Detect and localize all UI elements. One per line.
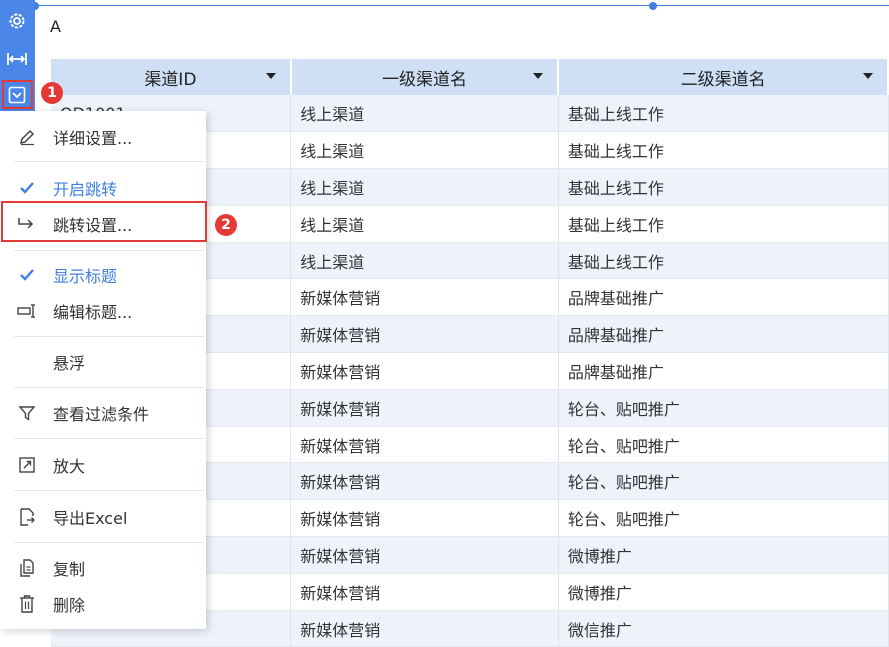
resize-handle[interactable] (649, 2, 657, 10)
menu-divider (14, 438, 204, 439)
widget-dropdown-menu: 详细设置... 开启跳转 跳转设置... 显示标题 编辑标题... 悬浮 查看过… (0, 111, 206, 629)
table-cell: 轮台、贴吧推广 (558, 389, 889, 427)
menu-item-label: 显示标题 (53, 267, 118, 286)
menu-item-label: 查看过滤条件 (53, 405, 150, 424)
menu-item-detail-settings[interactable]: 详细设置... (0, 122, 206, 152)
table-cell: 线上渠道 (290, 242, 559, 280)
menu-divider (14, 161, 204, 162)
column-header-level2-channel[interactable]: 二级渠道名 (558, 59, 889, 95)
table-cell: 新媒体营销 (290, 426, 559, 464)
menu-item-zoom-in[interactable]: 放大 (0, 450, 206, 480)
menu-item-delete[interactable]: 删除 (0, 589, 206, 619)
table-cell: 基础上线工作 (558, 205, 889, 243)
table-cell: 新媒体营销 (290, 352, 559, 390)
menu-item-label: 详细设置... (53, 129, 133, 148)
table-header-row: 渠道ID 一级渠道名 二级渠道名 (51, 59, 889, 95)
sort-caret-icon[interactable] (533, 73, 544, 79)
menu-item-copy[interactable]: 复制 (0, 553, 206, 583)
table-cell: 新媒体营销 (290, 499, 559, 538)
table-cell: 新媒体营销 (290, 462, 559, 501)
check-icon (16, 177, 38, 199)
table-cell: 基础上线工作 (558, 95, 889, 133)
menu-item-float[interactable]: 悬浮 (0, 347, 206, 377)
menu-item-label: 悬浮 (53, 354, 86, 373)
table-cell: 品牌基础推广 (558, 278, 889, 317)
menu-divider (14, 250, 204, 251)
table-cell: 轮台、贴吧推广 (558, 499, 889, 538)
table-cell: 新媒体营销 (290, 278, 559, 317)
step-badge-1: 1 (41, 82, 63, 104)
filter-icon (16, 402, 38, 424)
menu-divider (14, 542, 204, 543)
menu-item-label: 复制 (53, 560, 86, 579)
table-cell: 基础上线工作 (558, 242, 889, 280)
table-cell: 轮台、贴吧推广 (558, 426, 889, 464)
highlight-box-2 (1, 201, 207, 242)
menu-item-label: 导出Excel (53, 509, 128, 528)
edit-title-icon (16, 300, 38, 322)
trash-icon (16, 593, 38, 615)
menu-item-show-title[interactable]: 显示标题 (0, 260, 206, 290)
copy-icon (16, 557, 38, 579)
table-cell: 基础上线工作 (558, 168, 889, 206)
table-cell: 品牌基础推广 (558, 315, 889, 354)
table-cell: 线上渠道 (290, 95, 559, 133)
menu-item-edit-title[interactable]: 编辑标题... (0, 296, 206, 326)
table-cell: 新媒体营销 (290, 315, 559, 354)
menu-divider (14, 387, 204, 388)
settings-button[interactable] (5, 9, 29, 33)
export-icon (16, 506, 38, 528)
column-header-channel-id[interactable]: 渠道ID (51, 59, 292, 95)
table-cell: 基础上线工作 (558, 131, 889, 170)
sort-caret-icon[interactable] (265, 73, 276, 79)
sort-caret-icon[interactable] (863, 73, 873, 79)
menu-item-enable-jump[interactable]: 开启跳转 (0, 173, 206, 203)
expand-icon (16, 454, 38, 476)
check-icon (16, 264, 38, 286)
menu-item-label: 编辑标题... (53, 303, 133, 322)
step-badge-2: 2 (215, 214, 237, 236)
table-cell: 轮台、贴吧推广 (558, 462, 889, 501)
gear-icon (7, 11, 27, 31)
menu-item-label: 开启跳转 (53, 180, 118, 199)
highlight-box-1 (2, 80, 33, 109)
table-cell: 新媒体营销 (290, 536, 559, 574)
table-cell: 微博推广 (558, 536, 889, 574)
menu-item-label: 放大 (53, 457, 86, 476)
column-header-level1-channel[interactable]: 一级渠道名 (290, 59, 560, 95)
table-cell: 微博推广 (558, 573, 889, 611)
fit-width-button[interactable] (5, 47, 29, 71)
widget-frame-top-border (34, 5, 889, 6)
menu-item-view-filter[interactable]: 查看过滤条件 (0, 398, 206, 428)
pencil-icon (16, 126, 38, 148)
menu-item-label: 删除 (53, 596, 86, 615)
table-cell: 线上渠道 (290, 205, 559, 243)
table-cell: 线上渠道 (290, 168, 559, 206)
table-cell: 品牌基础推广 (558, 352, 889, 390)
table-cell: 线上渠道 (290, 131, 559, 170)
menu-divider (14, 336, 204, 337)
table-cell: 新媒体营销 (290, 573, 559, 611)
menu-divider (14, 490, 204, 491)
fit-width-icon (6, 51, 28, 67)
menu-item-export-excel[interactable]: 导出Excel (0, 502, 206, 532)
table-cell: 新媒体营销 (290, 389, 559, 427)
widget-title: A (50, 17, 61, 36)
